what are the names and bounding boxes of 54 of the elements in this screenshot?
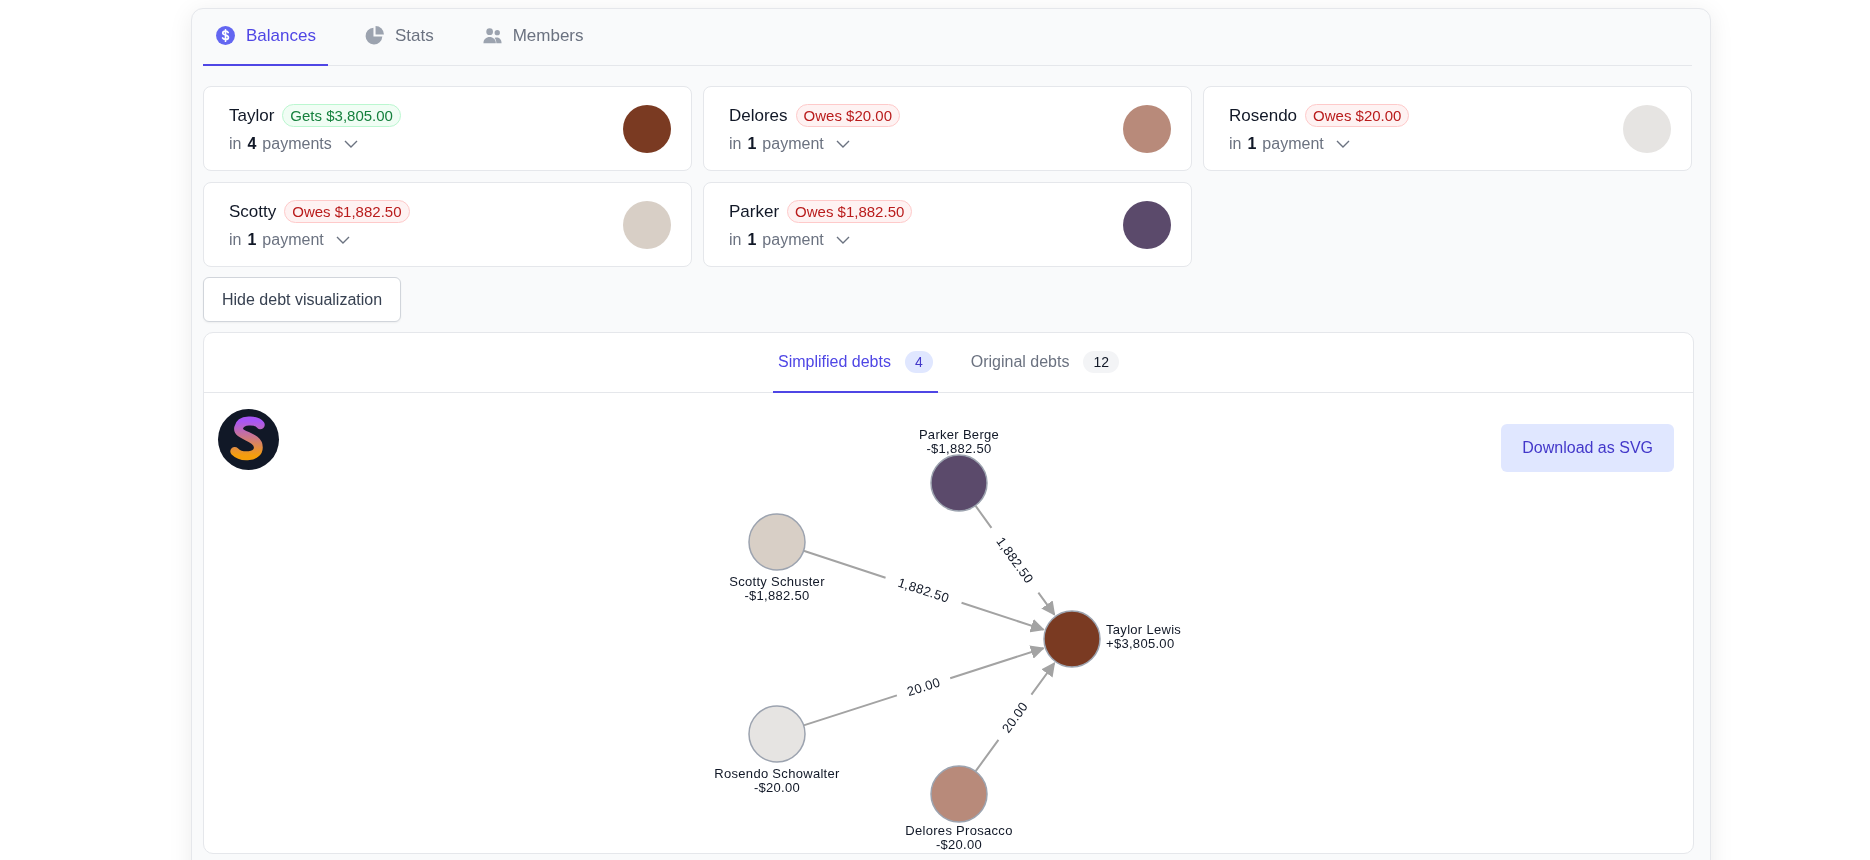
member-balance: +$3,805.00: [1106, 636, 1175, 651]
member-name: Parker: [729, 201, 780, 222]
member-name: Rosendo Schowalter: [714, 766, 840, 781]
debts-tab[interactable]: Simplified debts 4: [772, 333, 938, 393]
payments-toggle[interactable]: in 1 payment: [229, 231, 350, 249]
tab[interactable]: Balances: [203, 9, 328, 66]
member-name: Taylor: [229, 105, 275, 126]
chevron-down-icon: [835, 140, 850, 148]
avatar: [930, 454, 988, 512]
balance-badge: Owes $20.00: [1305, 104, 1410, 127]
payments-toggle[interactable]: in 1 payment: [729, 135, 850, 153]
tab[interactable]: Stats: [351, 9, 446, 66]
avatar: [1623, 104, 1671, 153]
member-name: Delores Prosacco: [905, 823, 1013, 838]
avatar: [623, 104, 671, 153]
chevron-down-icon: [835, 236, 850, 244]
hide-visualization-button[interactable]: Hide debt visualization: [203, 277, 402, 322]
count-badge: 12: [1083, 351, 1119, 373]
balance-badge: Owes $1,882.50: [284, 200, 410, 223]
member-name: Parker Berge: [918, 427, 1000, 442]
download-svg-button[interactable]: Download as SVG: [1501, 424, 1674, 472]
member-name: Scotty Schuster: [729, 574, 825, 589]
member-balance: -$20.00: [753, 780, 801, 795]
users-icon: [481, 25, 503, 46]
member-name: Rosendo: [1229, 105, 1298, 126]
avatar: [623, 200, 671, 249]
chevron-down-icon: [335, 236, 350, 244]
avatar: [748, 705, 806, 763]
balance-badge: Owes $20.00: [795, 104, 900, 127]
avatar: [748, 513, 806, 571]
balance-badge: Owes $1,882.50: [787, 200, 913, 223]
avatar: [1123, 104, 1171, 153]
avatar: [930, 765, 988, 823]
member-name: Delores: [729, 105, 788, 126]
payments-toggle[interactable]: in 4 payments: [229, 135, 358, 153]
member-name: Taylor Lewis: [1106, 622, 1182, 637]
payments-toggle[interactable]: in 1 payment: [1229, 135, 1350, 153]
pie-chart-icon: [363, 25, 385, 46]
chevron-down-icon: [343, 140, 358, 148]
edge-label: 20.00: [905, 674, 943, 700]
avatar: [1043, 610, 1101, 668]
avatar: [1123, 200, 1171, 249]
member-balance: -$1,882.50: [744, 588, 810, 603]
member-name: Scotty: [229, 201, 277, 222]
member-balance: -$1,882.50: [926, 441, 992, 456]
dollar-icon: [215, 25, 236, 46]
count-badge: 4: [904, 351, 933, 373]
chevron-down-icon: [1335, 140, 1350, 148]
tab[interactable]: Members: [469, 9, 596, 66]
logo-icon: [217, 408, 280, 471]
balance-badge: Gets $3,805.00: [282, 104, 401, 127]
payments-toggle[interactable]: in 1 payment: [729, 231, 850, 249]
debts-tab[interactable]: Original debts 12: [965, 333, 1124, 393]
member-balance: -$20.00: [935, 837, 983, 852]
